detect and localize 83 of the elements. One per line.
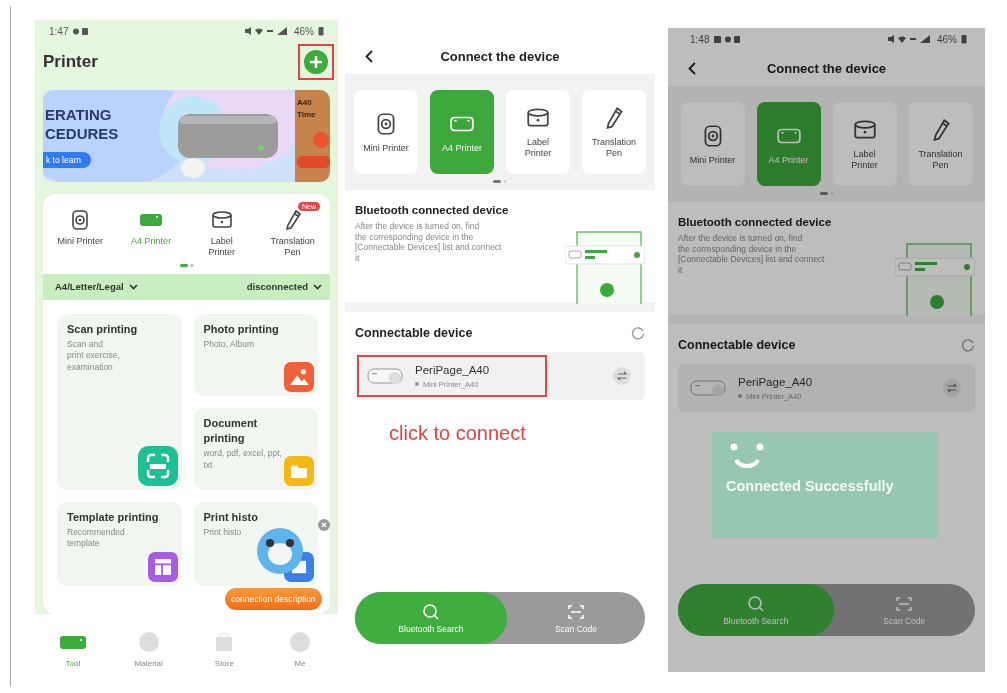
status-dot-icon xyxy=(738,394,742,398)
banner-side-text: Time xyxy=(297,110,316,119)
device-type-tab[interactable]: Label Printer xyxy=(506,90,570,174)
printer-icon xyxy=(367,366,405,386)
close-icon[interactable] xyxy=(318,519,330,531)
scan-icon xyxy=(566,602,585,621)
scan-icon xyxy=(895,594,914,613)
device-type-tab[interactable]: Translation Pen xyxy=(257,208,328,258)
plus-icon xyxy=(304,50,328,74)
screen-title: Connect the device xyxy=(440,48,560,64)
device-type-tab[interactable]: Mini Printer xyxy=(354,90,418,174)
nav-tab[interactable]: Store xyxy=(199,630,250,668)
battery-level: 46% xyxy=(294,25,314,37)
feature-title: Scan printing xyxy=(67,321,139,337)
paper-size-dropdown[interactable]: A4/Letter/Legal xyxy=(55,281,138,293)
device-type-tab[interactable]: Translation Pen xyxy=(582,90,646,174)
feature-card[interactable]: Photo printing Photo, Album xyxy=(193,313,318,396)
instruction-text: After the device is turned on, find the corresponding device in the [Connectable Devices] list and connect it xyxy=(355,221,503,264)
printer-icon xyxy=(690,378,728,398)
scan-icon xyxy=(137,445,178,486)
battery-icon xyxy=(318,26,324,36)
template-icon xyxy=(147,551,178,582)
page-title: Printer xyxy=(43,52,98,72)
learn-more-button[interactable]: k to learn xyxy=(43,152,91,168)
device-type-tab[interactable]: Label Printer xyxy=(832,102,897,186)
section-heading: Bluetooth connected device xyxy=(678,216,833,228)
status-dot-icon xyxy=(415,382,419,386)
feature-description: Print histo xyxy=(203,527,243,539)
page-indicator xyxy=(819,192,834,196)
feature-description: Photo, Album xyxy=(203,339,256,351)
toast-message: Connected Successfully xyxy=(726,478,895,494)
chevron-down-icon xyxy=(128,283,138,290)
screen-title: Connect the device xyxy=(766,60,887,76)
folder-icon xyxy=(284,455,314,486)
device-name: PeriPage_A40 xyxy=(415,363,490,376)
section-heading: Connectable device xyxy=(678,338,796,352)
connection-dropdown[interactable]: disconnected xyxy=(246,281,322,293)
feature-description: Scan and print exercise, examination xyxy=(67,339,121,374)
battery-icon xyxy=(961,34,967,44)
device-type-tab[interactable]: Mini Printer xyxy=(680,102,745,186)
feature-title: Document printing xyxy=(203,415,259,446)
nav-tab[interactable]: Me xyxy=(275,630,326,668)
feature-card[interactable]: Document printing word, pdf, excel, ppt, txt xyxy=(193,407,318,490)
status-icons-drawing xyxy=(244,26,290,36)
back-icon[interactable] xyxy=(365,50,373,63)
back-icon[interactable] xyxy=(688,62,696,75)
device-type-tab[interactable]: Translation Pen xyxy=(908,102,973,186)
refresh-icon[interactable] xyxy=(631,326,645,340)
refresh-icon[interactable] xyxy=(961,338,975,352)
swap-icon[interactable] xyxy=(613,367,631,385)
section-heading: Bluetooth connected device xyxy=(355,204,510,216)
search-icon xyxy=(746,594,765,613)
instruction-text: After the device is turned on, find the corresponding device in the [Connectable Devices] list and connect it xyxy=(678,233,826,276)
device-type-tab[interactable]: Label Printer xyxy=(186,208,258,258)
banner-headline: CEDURES xyxy=(45,125,119,142)
add-button[interactable] xyxy=(298,44,334,80)
avatar-icon xyxy=(257,528,303,574)
page-indicator xyxy=(493,180,507,184)
nav-tab[interactable]: Material xyxy=(123,630,174,668)
feature-title: Template printing xyxy=(67,509,160,525)
swap-icon[interactable] xyxy=(943,379,961,397)
status-time: 1:47 xyxy=(49,25,69,37)
status-icons-drawing xyxy=(887,34,933,44)
feature-card[interactable]: Scan printing Scan and print exercise, examination xyxy=(57,313,182,490)
device-type-tab[interactable]: Mini Printer xyxy=(45,208,116,258)
annotation-text: click to connect xyxy=(389,422,527,445)
banner-side-text: A40 xyxy=(297,98,312,107)
device-name: PeriPage_A40 xyxy=(738,375,813,388)
feature-title: Print histo xyxy=(203,509,259,525)
page-indicator xyxy=(179,263,194,268)
chevron-down-icon xyxy=(313,283,322,290)
feature-title: Photo printing xyxy=(203,321,280,337)
feature-description: word, pdf, excel, ppt, txt xyxy=(203,448,283,472)
feature-description: Recommended template xyxy=(67,527,126,550)
notification-icons-drawing xyxy=(713,34,742,44)
search-icon xyxy=(421,602,440,621)
notification-icons-drawing xyxy=(72,26,91,36)
feature-card[interactable]: Template printing Recommended template xyxy=(57,501,182,586)
battery-level: 46% xyxy=(937,33,957,45)
banner-headline: ERATING xyxy=(45,106,112,123)
section-heading: Connectable device xyxy=(355,326,473,340)
image-icon xyxy=(284,361,314,392)
status-time: 1:48 xyxy=(690,33,710,45)
